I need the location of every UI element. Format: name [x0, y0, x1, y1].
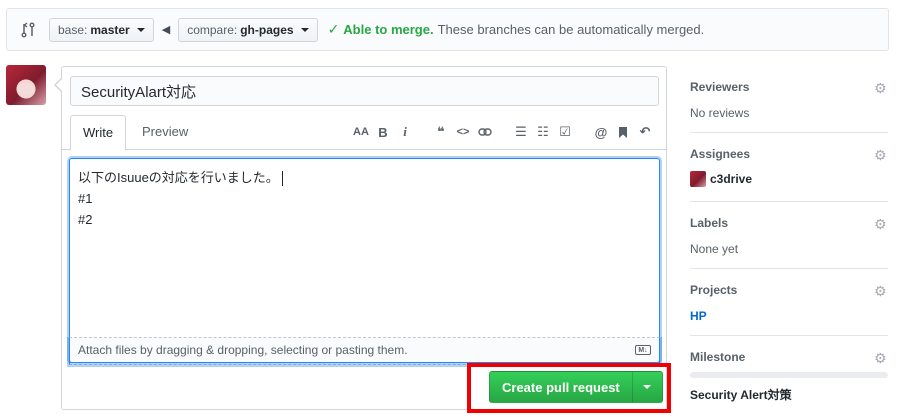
body-line: #1 [78, 191, 93, 206]
milestone-progress [690, 372, 888, 378]
tab-preview[interactable]: Preview [130, 115, 200, 151]
unordered-list-icon[interactable]: ☰ [510, 121, 532, 143]
projects-section: Projects ⚙ HP [690, 269, 888, 336]
markdown-icon[interactable]: M↓ [635, 345, 651, 355]
tab-write[interactable]: Write [70, 115, 127, 151]
quote-icon[interactable]: ❝ [430, 121, 452, 143]
gear-icon[interactable]: ⚙ [874, 217, 888, 231]
milestone-title[interactable]: Milestone [690, 350, 888, 364]
bookmark-icon[interactable] [612, 121, 634, 143]
arrow-left-icon: ◀ [161, 24, 171, 36]
project-link[interactable]: HP [690, 309, 888, 323]
body-line: 以下のIsuueの対応を行いました。 [78, 167, 651, 188]
assignee-item[interactable]: c3drive [690, 171, 888, 187]
title-input[interactable] [70, 76, 659, 106]
base-branch-button[interactable]: base: master [49, 17, 154, 42]
labels-value: None yet [690, 242, 739, 256]
highlight-annotation [467, 363, 671, 413]
ordered-list-icon[interactable]: ☷ [532, 121, 554, 143]
avatar [6, 65, 46, 105]
avatar [690, 171, 706, 187]
bold-icon[interactable]: B [372, 121, 394, 143]
comment-textarea[interactable]: 以下のIsuueの対応を行いました。 #1 #2 [70, 159, 659, 364]
merge-status: ✓ Able to merge. These branches can be a… [327, 21, 705, 37]
reviewers-title[interactable]: Reviewers [690, 80, 888, 94]
chevron-down-icon [300, 27, 309, 32]
labels-section: Labels ⚙ None yet [690, 202, 888, 269]
editor-tabbar: Write Preview AA B i ❝ <> ☰ ☷ ☑ @ ↶ [62, 114, 666, 151]
reviewers-section: Reviewers ⚙ No reviews [690, 66, 888, 133]
gear-icon[interactable]: ⚙ [874, 81, 888, 95]
milestone-name[interactable]: Security Alert対策 [690, 386, 888, 403]
comment-body[interactable]: 以下のIsuueの対応を行いました。 #1 #2 [69, 158, 660, 365]
reply-icon[interactable]: ↶ [634, 121, 656, 143]
compare-bar: base: master ◀ compare: gh-pages ✓ Able … [6, 8, 889, 51]
reviewers-value: No reviews [690, 106, 750, 120]
labels-title[interactable]: Labels [690, 216, 888, 230]
assignees-title[interactable]: Assignees [690, 147, 888, 161]
heading-icon[interactable]: AA [350, 121, 372, 143]
code-icon[interactable]: <> [452, 121, 474, 143]
gear-icon[interactable]: ⚙ [874, 351, 888, 365]
link-icon[interactable] [474, 121, 496, 143]
gear-icon[interactable]: ⚙ [874, 284, 888, 298]
italic-icon[interactable]: i [394, 121, 416, 143]
assignees-section: Assignees ⚙ c3drive [690, 133, 888, 202]
check-icon: ✓ [327, 21, 340, 37]
compare-icon [21, 21, 35, 38]
chevron-down-icon [136, 27, 145, 32]
sidebar: Reviewers ⚙ No reviews Assignees ⚙ c3dri… [690, 66, 888, 416]
attach-files-bar[interactable]: Attach files by dragging & dropping, sel… [69, 337, 660, 363]
markdown-toolbar: AA B i ❝ <> ☰ ☷ ☑ @ ↶ [350, 116, 656, 148]
text-cursor [281, 171, 283, 187]
projects-title[interactable]: Projects [690, 283, 888, 297]
pull-request-form: Write Preview AA B i ❝ <> ☰ ☷ ☑ @ ↶ 以下のI… [54, 66, 667, 410]
body-line: #2 [78, 212, 93, 227]
mention-icon[interactable]: @ [590, 121, 612, 143]
milestone-section: Milestone ⚙ Security Alert対策 [690, 336, 888, 416]
task-list-icon[interactable]: ☑ [554, 121, 576, 143]
compare-branch-button[interactable]: compare: gh-pages [178, 17, 318, 42]
gear-icon[interactable]: ⚙ [874, 148, 888, 162]
